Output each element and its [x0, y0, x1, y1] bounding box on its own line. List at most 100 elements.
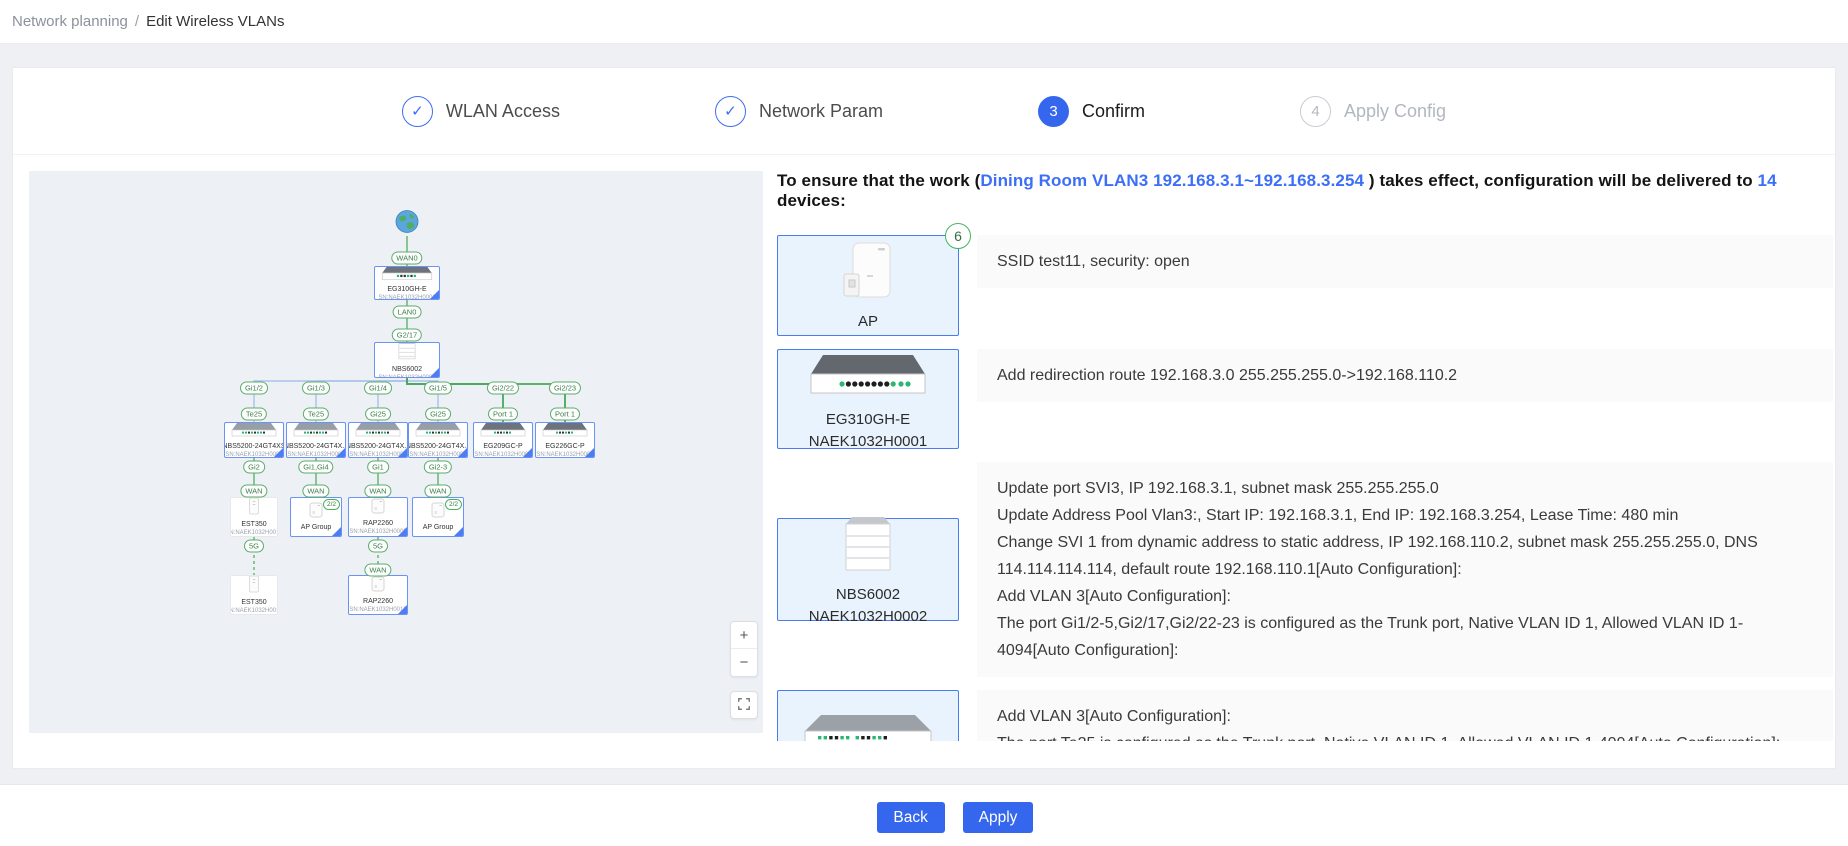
port-pill: Gi1	[367, 461, 389, 474]
node-serial: SN:NAEK1032H0015	[230, 529, 278, 537]
topology-node-est350[interactable]: EST350SN:NAEK1032H0016	[230, 575, 278, 615]
port-pill: Gi25	[425, 408, 451, 421]
port-pill: Gi2	[243, 461, 265, 474]
topology-node-eg226gc-p[interactable]: EG226GC-PSN:NAEK1032H0008	[535, 422, 595, 458]
port-pill: WAN	[424, 485, 451, 498]
port-pill: WAN	[364, 564, 391, 577]
config-flag-icon	[398, 527, 407, 536]
config-flag-icon	[274, 448, 283, 457]
step-confirm: 3Confirm	[1038, 96, 1145, 127]
node-device-icon	[354, 422, 402, 442]
port-pill: WAN	[364, 485, 391, 498]
step-network-param: ✓Network Param	[715, 96, 883, 127]
node-device-icon	[230, 422, 278, 442]
ap-count-badge: 6	[945, 223, 971, 249]
topology-node-nbs5200-24gt4x-[interactable]: NBS5200-24GT4X...SN:NAEK1032H0005	[348, 422, 408, 458]
internet-globe-icon	[395, 210, 419, 239]
device-card-nbs5200-24gt4xs[interactable]: NBS5200-24GT4XS	[777, 690, 959, 741]
device-image-switch	[801, 709, 935, 742]
node-label: AP Group	[423, 523, 454, 532]
topology-node-rap2260[interactable]: RAP2260SN:NAEK1032H0009	[348, 497, 408, 537]
device-label: NAEK1032H0002	[809, 606, 927, 627]
config-line: Update port SVI3, IP 192.168.3.1, subnet…	[997, 475, 1813, 502]
header-suffix: devices:	[777, 191, 846, 210]
port-pill: Gi1/4	[364, 382, 392, 395]
node-label: RAP2260	[363, 519, 393, 528]
topology-node-eg310gh-e[interactable]: EG310GH-ESN:NAEK1032H0001	[374, 266, 440, 300]
device-label: EG310GH-E	[826, 409, 910, 430]
step-apply-config: 4 Apply Config	[1300, 96, 1446, 127]
node-serial: SN:NAEK1032H0016	[230, 607, 278, 615]
device-card-eg310gh-e[interactable]: EG310GH-ENAEK1032H0001	[777, 349, 959, 449]
config-flag-icon	[585, 448, 594, 457]
header-network-link[interactable]: Dining Room VLAN3 192.168.3.1~192.168.3.…	[980, 171, 1369, 190]
port-pill: Gi1,Gi4	[298, 461, 333, 474]
config-line: The port Te25 is configured as the Trunk…	[997, 730, 1813, 741]
topology-node-nbs5200-24gt4x-[interactable]: NBS5200-24GT4X...SN:NAEK1032H0004	[286, 422, 346, 458]
config-flag-icon	[398, 448, 407, 457]
config-flag-icon	[454, 527, 463, 536]
step-wlan-access: ✓WLAN Access	[402, 96, 560, 127]
topology-node-nbs5200-24gt4xs[interactable]: NBS5200-24GT4XSSN:NAEK1032H0003	[224, 422, 284, 458]
device-config-text: SSID test11, security: open	[977, 235, 1833, 288]
topology-node-ap-group[interactable]: AP Group2/2	[290, 497, 342, 537]
back-button[interactable]: Back	[877, 802, 945, 833]
device-label: AP	[858, 311, 878, 332]
node-device-icon	[248, 497, 260, 520]
device-card-nbs6002[interactable]: NBS6002NAEK1032H0002	[777, 518, 959, 621]
step-label: Network Param	[759, 101, 883, 122]
step-check-icon: ✓	[402, 96, 433, 127]
node-label: EST350	[241, 520, 266, 529]
node-label: EG310GH-E	[387, 285, 426, 294]
node-label: AP Group	[301, 523, 332, 532]
config-flag-icon	[523, 448, 532, 457]
header-mid: ) takes effect, configuration will be de…	[1369, 171, 1758, 190]
confirm-panel: To ensure that the work (Dining Room VLA…	[777, 171, 1833, 741]
device-config-text: Add VLAN 3[Auto Configuration]:The port …	[977, 690, 1833, 741]
port-pill: 5G	[368, 540, 388, 553]
device-card-ap[interactable]: AP6	[777, 235, 959, 336]
device-image-gateway	[809, 347, 927, 408]
fit-view-button[interactable]	[730, 691, 758, 719]
device-config-text: Add redirection route 192.168.3.0 255.25…	[977, 349, 1833, 402]
step-label: Apply Config	[1344, 101, 1446, 122]
node-serial: SN:NAEK1032H0002	[378, 374, 435, 379]
device-row: NBS5200-24GT4XS Add VLAN 3[Auto Configura…	[777, 690, 1833, 741]
apply-button[interactable]: Apply	[963, 802, 1034, 833]
topology-node-nbs5200-24gt4x-[interactable]: NBS5200-24GT4X...SN:NAEK1032H0006	[408, 422, 468, 458]
port-pill: WAN	[240, 485, 267, 498]
config-line: Update Address Pool Vlan3:, Start IP: 19…	[997, 502, 1813, 529]
topology-node-nbs6002[interactable]: NBS6002SN:NAEK1032H0002	[374, 342, 440, 378]
config-flag-icon	[430, 368, 439, 377]
port-pill: Port 1	[488, 408, 518, 421]
config-line: Add redirection route 192.168.3.0 255.25…	[997, 362, 1813, 389]
device-config-text: Update port SVI3, IP 192.168.3.1, subnet…	[977, 462, 1833, 677]
node-device-icon	[414, 422, 462, 442]
device-row: AP6 SSID test11, security: open	[777, 235, 1833, 336]
port-pill: Gi1/2	[240, 382, 268, 395]
port-pill: G2/17	[392, 329, 422, 342]
topology-node-rap2260[interactable]: RAP2260SN:NAEK1032H0010	[348, 575, 408, 615]
port-pill: Gi2/23	[549, 382, 581, 395]
breadcrumb-parent[interactable]: Network planning	[12, 13, 128, 30]
topology-node-ap-group[interactable]: AP Group 2/2	[412, 497, 464, 537]
zoom-controls: + −	[730, 621, 758, 677]
zoom-out-button[interactable]: −	[731, 649, 757, 676]
topology-node-eg209gc-p[interactable]: EG209GC-PSN:NAEK1032H0007	[473, 422, 533, 458]
config-line: SSID test11, security: open	[997, 248, 1813, 275]
ap-group-badge: 2/2	[445, 499, 462, 510]
port-pill: Gi2-3	[424, 461, 452, 474]
footer-bar: Back Apply	[0, 784, 1848, 846]
node-label: EG226GC-P	[545, 442, 584, 451]
port-pill: Gi25	[365, 408, 391, 421]
config-flag-icon	[430, 290, 439, 299]
device-image-ap	[822, 239, 914, 310]
zoom-in-button[interactable]: +	[731, 622, 757, 649]
device-image-core	[822, 512, 914, 583]
topology-node-est350[interactable]: EST350SN:NAEK1032H0015	[230, 497, 278, 537]
breadcrumb: Network planning / Edit Wireless VLANs	[0, 0, 1848, 44]
step-number: 4	[1300, 96, 1331, 127]
config-flag-icon	[398, 605, 407, 614]
config-line: The port Gi1/2-5,Gi2/17,Gi2/22-23 is con…	[997, 610, 1813, 664]
port-pill: Te25	[241, 408, 267, 421]
